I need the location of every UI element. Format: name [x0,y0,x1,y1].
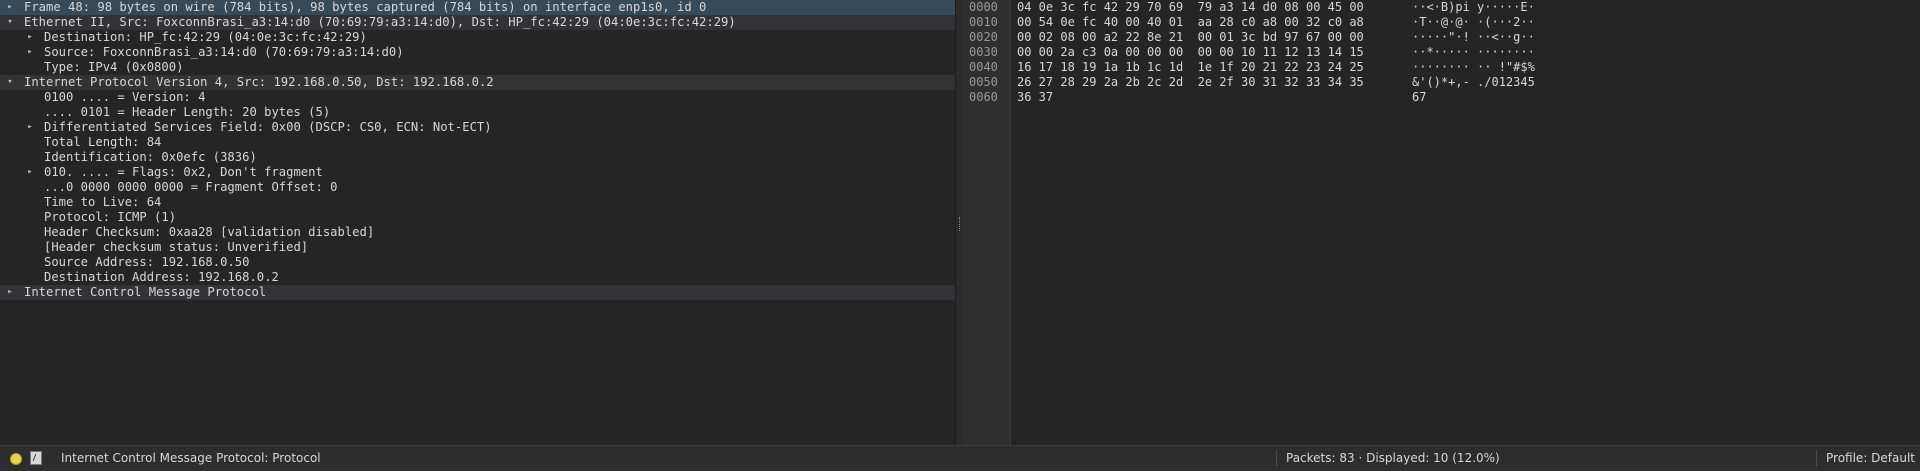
status-divider [1276,450,1277,467]
expand-arrow-icon[interactable]: ▾ [5,75,15,90]
tree-row[interactable]: Destination Address: 192.168.0.2 [0,270,955,285]
tree-row[interactable]: .... 0101 = Header Length: 20 bytes (5) [0,105,955,120]
tree-row-label: Header Checksum: 0xaa28 [validation disa… [44,225,375,239]
tree-row-label: Internet Protocol Version 4, Src: 192.16… [24,75,494,89]
ascii-line[interactable]: ··*····· ········ [1412,45,1535,60]
tree-row-label: 0100 .... = Version: 4 [44,90,206,104]
tree-row[interactable]: Identification: 0x0efc (3836) [0,150,955,165]
tree-row-label: Destination Address: 192.168.0.2 [44,270,279,284]
ascii-line[interactable]: ········ ·· !"#$% [1412,60,1535,75]
collapse-arrow-icon[interactable]: ▸ [25,165,35,180]
collapse-arrow-icon[interactable]: ▸ [5,0,15,15]
expand-arrow-icon[interactable]: ▾ [5,15,15,30]
byte-offset: 0000 [969,0,998,14]
tree-row[interactable]: ▸ Frame 48: 98 bytes on wire (784 bits), … [0,0,955,15]
tree-row[interactable]: ▸ Internet Control Message Protocol [0,285,955,300]
tree-row[interactable]: ▾ Internet Protocol Version 4, Src: 192.1… [0,75,955,90]
ascii-line[interactable]: &'()*+,- ./012345 [1412,75,1535,90]
tree-row-label: Total Length: 84 [44,135,162,149]
tree-row-label: Source: FoxconnBrasi_a3:14:d0 (70:69:79:… [44,45,404,59]
tree-row[interactable]: Type: IPv4 (0x0800) [0,60,955,75]
tree-row-label: .... 0101 = Header Length: 20 bytes (5) [44,105,331,119]
tree-row-label: Ethernet II, Src: FoxconnBrasi_a3:14:d0 … [24,15,736,29]
tree-row-label: Protocol: ICMP (1) [44,210,177,224]
byte-offset: 0050 [969,75,998,89]
packet-bytes-pane[interactable]: 0000 0010 0020 0030 0040 0050 0060 04 0e 3c fc… [963,0,1920,445]
hex-line[interactable]: 00 00 2a c3 0a 00 00 00 00 00 10 11 12 1… [1017,45,1364,60]
tree-row-label: ...0 0000 0000 0000 = Fragment Offset: 0 [44,180,338,194]
byte-offsets-column: 0000 0010 0020 0030 0040 0050 0060 [963,0,1011,445]
hex-line[interactable]: 00 54 0e fc 40 00 40 01 aa 28 c0 a8 00 3… [1017,15,1364,30]
status-divider [1816,450,1817,467]
tree-row-label: Differentiated Services Field: 0x00 (DSC… [44,120,492,134]
byte-offset: 0030 [969,45,998,59]
tree-row[interactable]: ▸ Source: FoxconnBrasi_a3:14:d0 (70:69:79… [0,45,955,60]
status-profile[interactable]: Profile: Default [1826,451,1915,466]
packet-details-pane[interactable]: ▸ Frame 48: 98 bytes on wire (784 bits), … [0,0,955,445]
hex-line[interactable]: 00 02 08 00 a2 22 8e 21 00 01 3c bd 97 6… [1017,30,1364,45]
tree-row-label: Type: IPv4 (0x0800) [44,60,184,74]
collapse-arrow-icon[interactable]: ▸ [25,30,35,45]
status-selected-field: Internet Control Message Protocol: Proto… [61,451,321,465]
hex-line[interactable]: 36 37 [1017,90,1364,105]
status-packet-counts[interactable]: Packets: 83 · Displayed: 10 (12.0%) [1286,451,1500,466]
byte-offset: 0010 [969,15,998,29]
tree-row[interactable]: ▸ 010. .... = Flags: 0x2, Don't fragment [0,165,955,180]
tree-row-label: Time to Live: 64 [44,195,162,209]
ascii-dump-column[interactable]: ··<·B)pi y·····E· ·T··@·@· ·(···2·· ·····"… [1412,0,1535,105]
byte-offset: 0020 [969,30,998,44]
ascii-line[interactable]: ·····"·! ··<··g·· [1412,30,1535,45]
tree-row[interactable]: Time to Live: 64 [0,195,955,210]
tree-row-label: Source Address: 192.168.0.50 [44,255,250,269]
tree-row[interactable]: ...0 0000 0000 0000 = Fragment Offset: 0 [0,180,955,195]
tree-row[interactable]: ▸ Destination: HP_fc:42:29 (04:0e:3c:fc:4… [0,30,955,45]
ascii-line[interactable]: 67 [1412,90,1535,105]
expert-info-icon[interactable] [10,453,22,465]
byte-offset: 0060 [969,90,998,104]
tree-row-label: Identification: 0x0efc (3836) [44,150,257,164]
collapse-arrow-icon[interactable]: ▸ [25,45,35,60]
ascii-line[interactable]: ··<·B)pi y·····E· [1412,0,1535,15]
splitter-grip-icon[interactable] [959,217,962,231]
hex-line[interactable]: 16 17 18 19 1a 1b 1c 1d 1e 1f 20 21 22 2… [1017,60,1364,75]
tree-row[interactable]: [Header checksum status: Unverified] [0,240,955,255]
collapse-arrow-icon[interactable]: ▸ [25,120,35,135]
collapse-arrow-icon[interactable]: ▸ [5,285,15,300]
tree-row[interactable]: Protocol: ICMP (1) [0,210,955,225]
tree-row-label: Destination: HP_fc:42:29 (04:0e:3c:fc:42… [44,30,367,44]
tree-row-label: Frame 48: 98 bytes on wire (784 bits), 9… [24,0,707,14]
tree-row-label: 010. .... = Flags: 0x2, Don't fragment [44,165,323,179]
tree-row[interactable]: Total Length: 84 [0,135,955,150]
tree-row-label: [Header checksum status: Unverified] [44,240,309,254]
status-bar: Internet Control Message Protocol: Proto… [0,445,1920,471]
byte-offset: 0040 [969,60,998,74]
tree-row[interactable]: ▾ Ethernet II, Src: FoxconnBrasi_a3:14:d0… [0,15,955,30]
tree-row[interactable]: 0100 .... = Version: 4 [0,90,955,105]
tree-row[interactable]: ▸ Differentiated Services Field: 0x00 (DS… [0,120,955,135]
ascii-line[interactable]: ·T··@·@· ·(···2·· [1412,15,1535,30]
tree-row[interactable]: Header Checksum: 0xaa28 [validation disa… [0,225,955,240]
tree-row[interactable]: Source Address: 192.168.0.50 [0,255,955,270]
hex-dump-column[interactable]: 04 0e 3c fc 42 29 70 69 79 a3 14 d0 08 0… [1017,0,1364,105]
hex-line[interactable]: 04 0e 3c fc 42 29 70 69 79 a3 14 d0 08 0… [1017,0,1364,15]
tree-row-label: Internet Control Message Protocol [24,285,267,299]
hex-line[interactable]: 26 27 28 29 2a 2b 2c 2d 2e 2f 30 31 32 3… [1017,75,1364,90]
capture-comment-icon[interactable] [30,451,42,465]
